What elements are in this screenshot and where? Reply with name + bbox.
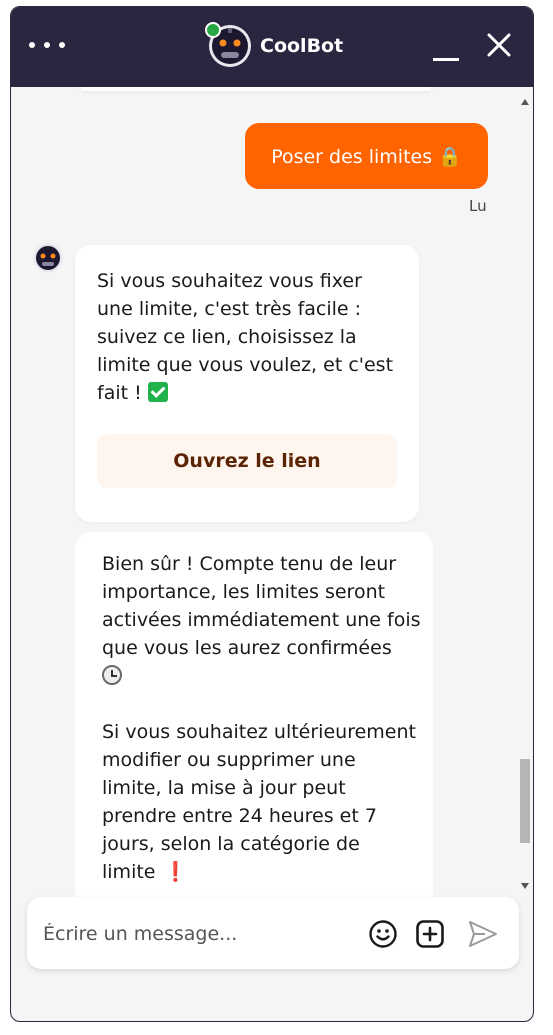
- online-status-dot: [205, 22, 221, 38]
- scroll-up-arrow-icon[interactable]: [521, 99, 529, 105]
- more-dots-icon[interactable]: [29, 33, 65, 57]
- scroll-thumb[interactable]: [520, 759, 530, 843]
- bot-message-part-2: Si vous souhaitez ultérieurement modifie…: [102, 721, 416, 883]
- bot-message-card-2: Bien sûr ! Compte tenu de leur importanc…: [75, 532, 433, 897]
- bot-message-text-2: Bien sûr ! Compte tenu de leur importanc…: [102, 550, 422, 886]
- message-list[interactable]: Poser des limites 🔒 Lu Si vous souhaitez…: [11, 87, 533, 897]
- read-status: Lu: [469, 197, 487, 215]
- scroll-down-arrow-icon[interactable]: [521, 883, 529, 889]
- bot-message-body: Si vous souhaitez vous fixer une limite,…: [97, 270, 394, 404]
- chat-window: CoolBot Poser des limites 🔒 Lu Si vous s…: [10, 6, 534, 1022]
- minimize-icon[interactable]: [433, 35, 461, 63]
- previous-message-edge: [81, 87, 431, 91]
- clock-icon: [102, 665, 122, 685]
- check-mark-icon: [147, 382, 168, 402]
- open-link-button[interactable]: Ouvrez le lien: [97, 434, 397, 488]
- chat-scrollbar[interactable]: [519, 99, 531, 899]
- bot-avatar-small: [33, 243, 63, 273]
- chat-header: CoolBot: [11, 7, 533, 87]
- message-composer: [27, 897, 519, 969]
- smiley-icon[interactable]: [368, 919, 398, 949]
- bot-name: CoolBot: [260, 35, 344, 57]
- user-message-bubble[interactable]: Poser des limites 🔒: [245, 123, 488, 189]
- bot-message-text: Si vous souhaitez vous fixer une limite,…: [97, 267, 401, 407]
- bot-message-part-1: Bien sûr ! Compte tenu de leur importanc…: [102, 553, 421, 659]
- message-input[interactable]: [41, 917, 345, 951]
- bot-message-card: Si vous souhaitez vous fixer une limite,…: [75, 245, 419, 522]
- close-icon[interactable]: [485, 31, 513, 59]
- send-icon[interactable]: [467, 919, 499, 949]
- exclamation-icon: ❗: [163, 861, 188, 883]
- add-square-icon[interactable]: [415, 919, 445, 949]
